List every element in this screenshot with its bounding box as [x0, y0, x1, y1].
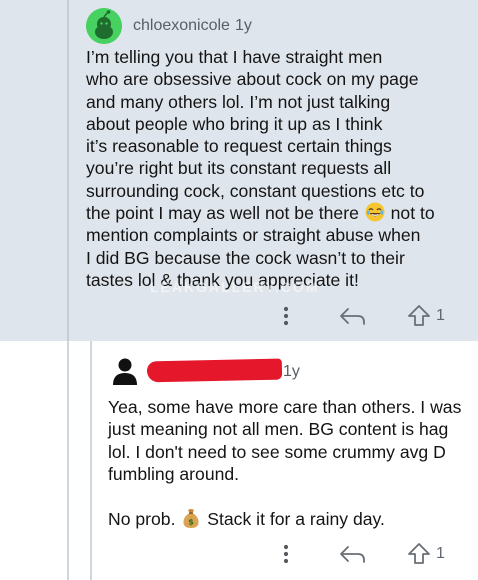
comment-paragraph: No prob. $ Stack it for a rainy day. [108, 507, 468, 530]
upvote-icon[interactable] [406, 541, 432, 567]
thread-line[interactable] [67, 341, 69, 580]
comment-actions: 1 [276, 303, 445, 329]
avatar[interactable] [112, 357, 138, 385]
vote-score: 1 [436, 307, 445, 324]
laughing-emoji-icon [365, 202, 385, 222]
thread-line[interactable] [90, 341, 92, 580]
thread-line[interactable] [67, 0, 69, 341]
comment-age: 1y [283, 363, 300, 380]
watermark: LEAKGALLERY.COM [150, 279, 320, 295]
redacted-username [146, 358, 283, 383]
comment-paragraph: Yea, some have more care than others. I … [108, 397, 462, 484]
more-options-icon[interactable] [276, 541, 296, 567]
snoo-avatar-icon [86, 8, 122, 44]
comment-body: Yea, some have more care than others. I … [108, 396, 468, 530]
user-silhouette-icon [113, 358, 137, 385]
comment-body: I’m telling you that I have straight men… [86, 46, 466, 291]
comment-actions: 1 [276, 541, 445, 567]
comment-text: No prob. [108, 509, 176, 530]
reply-icon[interactable] [338, 303, 368, 329]
upvote-icon[interactable] [406, 303, 432, 329]
svg-text:$: $ [189, 518, 195, 527]
avatar[interactable] [86, 8, 122, 44]
money-bag-emoji-icon: $ [183, 509, 199, 529]
reply-icon[interactable] [338, 541, 368, 567]
comment-text-part1: I’m telling you that I have straight men… [86, 47, 425, 224]
comment-meta: chloexonicole 1y [133, 17, 252, 35]
vote-score: 1 [436, 545, 445, 562]
username[interactable]: chloexonicole [133, 17, 230, 34]
more-options-icon[interactable] [276, 303, 296, 329]
comment-age: 1y [234, 17, 252, 34]
comment-text: Stack it for a rainy day. [207, 509, 385, 530]
